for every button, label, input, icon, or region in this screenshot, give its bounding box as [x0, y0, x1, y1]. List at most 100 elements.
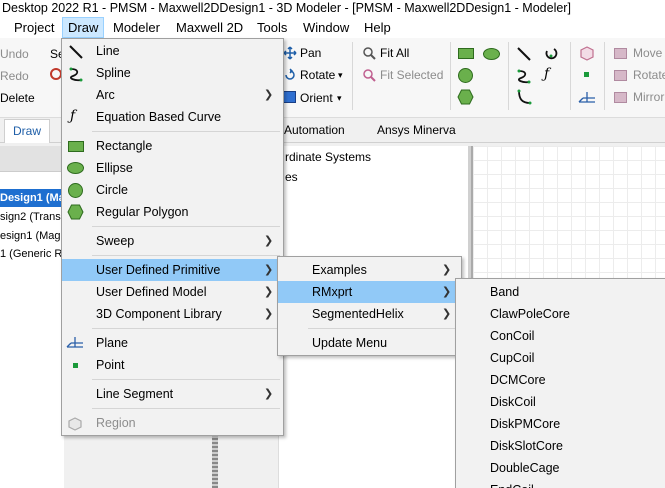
viewport-scroll-handle[interactable] [212, 430, 218, 488]
orient-icon [283, 91, 296, 103]
tree-item-design1[interactable]: Design1 (Mag [0, 189, 64, 207]
menu-item-dcmcore[interactable]: DCMCore [456, 369, 665, 391]
tree-item-design4[interactable]: 1 (Generic Ro [0, 245, 64, 263]
plane-icon[interactable] [578, 91, 596, 105]
menu-item-concoil[interactable]: ConCoil [456, 325, 665, 347]
ribbon-divider [508, 42, 509, 110]
point-icon[interactable] [584, 72, 589, 77]
menu-item-diskcoil[interactable]: DiskCoil [456, 391, 665, 413]
window-title: Desktop 2022 R1 - PMSM - Maxwell2DDesign… [0, 0, 665, 17]
menu-project[interactable]: Project [9, 17, 59, 38]
arc-three-point-icon[interactable] [516, 89, 532, 105]
menu-item-diskpmcore[interactable]: DiskPMCore [456, 413, 665, 435]
mirror-icon [614, 92, 627, 103]
menu-item-update-menu[interactable]: Update Menu [278, 332, 461, 354]
tree-item-coordinate-systems[interactable]: rdinate Systems [285, 150, 371, 164]
mirror-button[interactable]: Mirror [633, 89, 664, 105]
ellipse-icon[interactable] [483, 48, 500, 60]
rotate-dropdown-icon[interactable]: ▾ [338, 67, 343, 83]
tab-automation[interactable]: Automation [276, 119, 353, 143]
tree-item-planes[interactable]: es [285, 170, 298, 184]
project-tree-panel: Design1 (Mag sign2 (Transie esign1 (Magn… [0, 146, 64, 488]
menu-item-line[interactable]: Line [62, 40, 283, 62]
menu-item-sweep[interactable]: Sweep ❯ [62, 230, 283, 252]
tab-ansys-minerva[interactable]: Ansys Minerva [369, 119, 464, 143]
function-icon[interactable]: ƒ [544, 66, 549, 82]
spline-icon[interactable] [516, 68, 532, 84]
menu-separator [92, 131, 280, 132]
undo-button[interactable]: Undo [0, 46, 29, 62]
menu-item-endcoil[interactable]: EndCoil [456, 479, 665, 488]
menu-item-band[interactable]: Band [456, 281, 665, 303]
fit-all-icon [363, 47, 376, 60]
menu-item-cupcoil[interactable]: CupCoil [456, 347, 665, 369]
fit-all-button[interactable]: Fit All [380, 45, 409, 61]
rotate-button[interactable]: Rotate [300, 67, 335, 83]
menu-item-diskslotcore[interactable]: DiskSlotCore [456, 435, 665, 457]
menu-maxwell-2d[interactable]: Maxwell 2D [171, 17, 248, 38]
polygon-icon[interactable] [457, 89, 474, 105]
rotate-object-icon [614, 70, 627, 81]
rmxprt-menu: Band ClawPoleCore ConCoil CupCoil DCMCor… [455, 278, 665, 488]
menu-separator [92, 255, 280, 256]
redo-button[interactable]: Redo [0, 68, 29, 84]
pan-icon [283, 46, 297, 60]
menu-item-user-defined-model[interactable]: User Defined Model ❯ [62, 281, 283, 303]
menu-item-clawpolecore[interactable]: ClawPoleCore [456, 303, 665, 325]
submenu-arrow-icon: ❯ [442, 286, 452, 298]
rotate-icon [285, 68, 295, 80]
menu-draw[interactable]: Draw [62, 17, 105, 38]
menu-item-rectangle[interactable]: Rectangle [62, 135, 283, 157]
submenu-arrow-icon: ❯ [442, 308, 452, 320]
fit-selected-icon [363, 69, 376, 82]
fit-selected-button[interactable]: Fit Selected [380, 67, 443, 83]
project-tree-header [0, 146, 64, 172]
menu-item-rmxprt[interactable]: RMxprt ❯ [278, 281, 461, 303]
tree-item-design3[interactable]: esign1 (Magne [0, 227, 64, 245]
line-icon[interactable] [516, 46, 532, 62]
menu-item-regular-polygon[interactable]: Regular Polygon [62, 201, 283, 223]
menu-item-3d-component-library[interactable]: 3D Component Library ❯ [62, 303, 283, 325]
menu-separator [92, 226, 280, 227]
pan-button[interactable]: Pan [300, 45, 321, 61]
menu-item-circle[interactable]: Circle [62, 179, 283, 201]
orient-button[interactable]: Orient [300, 90, 333, 106]
box-icon[interactable] [579, 45, 595, 61]
menu-item-spline[interactable]: Spline [62, 62, 283, 84]
menu-item-point[interactable]: Point [62, 354, 283, 376]
menu-window[interactable]: Window [298, 17, 354, 38]
tree-item-design2[interactable]: sign2 (Transie [0, 208, 64, 226]
menu-tools[interactable]: Tools [252, 17, 292, 38]
submenu-arrow-icon: ❯ [264, 388, 274, 400]
menu-separator [92, 328, 280, 329]
menu-item-doublecage[interactable]: DoubleCage [456, 457, 665, 479]
ribbon-divider [604, 42, 605, 110]
menu-item-user-defined-primitive[interactable]: User Defined Primitive ❯ [62, 259, 283, 281]
tab-draw[interactable]: Draw [4, 119, 51, 143]
menu-item-arc[interactable]: Arc ❯ [62, 84, 283, 106]
menu-help[interactable]: Help [359, 17, 396, 38]
orient-dropdown-icon[interactable]: ▾ [337, 90, 342, 106]
move-icon [614, 48, 627, 59]
rectangle-icon[interactable] [458, 48, 474, 59]
menu-item-ellipse[interactable]: Ellipse [62, 157, 283, 179]
menu-separator [92, 408, 280, 409]
menu-item-examples[interactable]: Examples ❯ [278, 259, 461, 281]
submenu-arrow-icon: ❯ [442, 264, 452, 276]
circle-icon[interactable] [458, 68, 473, 83]
menu-separator [308, 328, 458, 329]
menu-item-region[interactable]: Region [62, 412, 283, 434]
move-button[interactable]: Move [633, 45, 662, 61]
menu-item-line-segment[interactable]: Line Segment ❯ [62, 383, 283, 405]
delete-button[interactable]: Delete [0, 90, 35, 106]
arc-center-icon[interactable] [543, 46, 559, 62]
submenu-arrow-icon: ❯ [264, 286, 274, 298]
user-defined-primitive-menu: Examples ❯ RMxprt ❯ SegmentedHelix ❯ Update… [277, 256, 462, 356]
menu-item-segmentedhelix[interactable]: SegmentedHelix ❯ [278, 303, 461, 325]
rotate-object-button[interactable]: Rotate [633, 67, 665, 83]
menu-item-equation-based-curve[interactable]: Equation Based Curve [62, 106, 283, 128]
menu-modeler[interactable]: Modeler [108, 17, 165, 38]
submenu-arrow-icon: ❯ [264, 235, 274, 247]
submenu-arrow-icon: ❯ [264, 264, 274, 276]
menu-item-plane[interactable]: Plane [62, 332, 283, 354]
